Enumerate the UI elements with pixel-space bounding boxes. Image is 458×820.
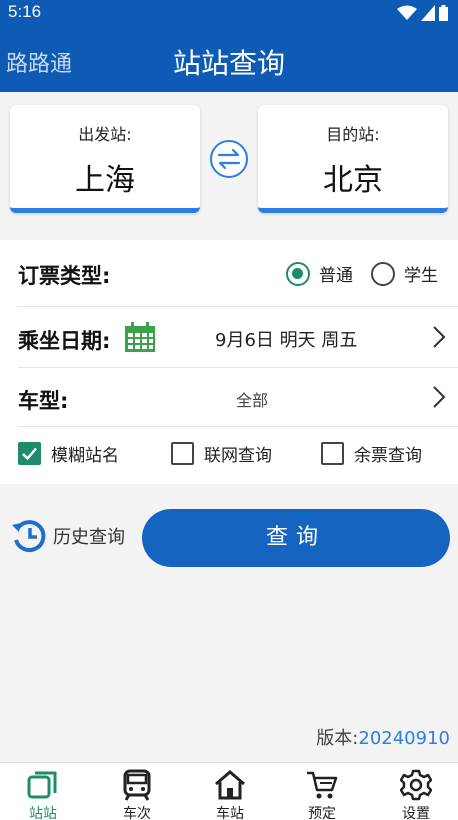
- divider: [18, 426, 458, 427]
- destination-label: 目的站:: [326, 125, 380, 144]
- query-button[interactable]: 查询: [142, 509, 450, 567]
- remaining-tickets-option[interactable]: 余票查询: [321, 441, 422, 466]
- status-icons: [397, 5, 448, 21]
- query-form: 订票类型: 普通 学生 乘坐日期: 9月6日 明天 周五 车型: 全部 模糊站名…: [0, 240, 458, 484]
- destination-station: 北京: [323, 163, 383, 198]
- wifi-icon: [397, 5, 417, 20]
- gear-icon: [400, 769, 432, 801]
- train-type-label: 车型:: [18, 389, 69, 413]
- radio-regular-label: 普通: [319, 266, 353, 286]
- fuzzy-station-label: 模糊站名: [51, 446, 119, 466]
- radio-regular-circle[interactable]: [286, 261, 310, 286]
- ticket-type-row: 订票类型: 普通 学生: [0, 240, 458, 306]
- home-station-icon: [215, 770, 245, 800]
- nav-label: 车站: [216, 806, 244, 820]
- nav-settings[interactable]: 设置: [381, 763, 451, 820]
- date-row[interactable]: 乘坐日期: 9月6日 明天 周五: [0, 307, 458, 367]
- version-info: 版本:20240910: [316, 724, 450, 750]
- radio-student[interactable]: 学生: [371, 261, 438, 286]
- history-icon: [12, 520, 46, 553]
- online-query-label: 联网查询: [204, 446, 272, 466]
- date-label: 乘坐日期:: [18, 329, 111, 353]
- online-query-option[interactable]: 联网查询: [171, 441, 321, 466]
- nav-station-to-station[interactable]: 站站: [8, 763, 78, 820]
- train-type-value: 全部: [236, 391, 269, 410]
- bottom-nav: 站站 车次 车站 预定 设置: [0, 762, 458, 820]
- ticket-type-label: 订票类型:: [18, 264, 111, 288]
- version-prefix: 版本:: [316, 728, 359, 749]
- fuzzy-station-option[interactable]: 模糊站名: [18, 441, 171, 466]
- radio-student-circle[interactable]: [371, 261, 395, 286]
- nav-station[interactable]: 车站: [195, 763, 265, 820]
- station-panel: 出发站: 上海 目的站: 北京: [0, 92, 458, 240]
- nav-label: 站站: [29, 806, 57, 820]
- query-options: 模糊站名 联网查询 余票查询: [18, 441, 448, 466]
- train-icon: [123, 769, 151, 801]
- departure-station-card[interactable]: 出发站: 上海: [10, 105, 200, 213]
- battery-icon: [439, 5, 448, 21]
- destination-station-card[interactable]: 目的站: 北京: [258, 105, 448, 213]
- chevron-right-icon: [433, 386, 446, 408]
- swap-stations-icon[interactable]: [209, 139, 249, 179]
- nav-label: 预定: [308, 806, 336, 820]
- app-bar: 路路通 站站查询: [0, 26, 458, 92]
- nav-label: 设置: [402, 806, 430, 820]
- cart-icon: [307, 771, 338, 799]
- radio-regular[interactable]: 普通: [286, 261, 353, 286]
- page-title: 站站查询: [172, 47, 285, 80]
- train-type-row[interactable]: 车型: 全部: [0, 368, 458, 426]
- nav-train[interactable]: 车次: [102, 763, 172, 820]
- fuzzy-station-checkbox[interactable]: [18, 442, 41, 465]
- chevron-right-icon: [433, 326, 446, 348]
- history-label: 历史查询: [53, 527, 125, 548]
- nav-label: 车次: [123, 806, 151, 820]
- version-number: 20240910: [358, 728, 450, 749]
- nav-booking[interactable]: 预定: [287, 763, 357, 820]
- departure-station: 上海: [75, 163, 135, 198]
- online-query-checkbox[interactable]: [171, 442, 194, 465]
- history-button[interactable]: 历史查询: [11, 518, 125, 554]
- date-value: 9月6日 明天 周五: [215, 330, 358, 351]
- remaining-tickets-checkbox[interactable]: [321, 442, 344, 465]
- checkmark-icon: [22, 447, 37, 461]
- radio-student-label: 学生: [404, 266, 438, 286]
- departure-label: 出发站:: [78, 125, 132, 144]
- calendar-icon: [125, 322, 155, 352]
- ticket-type-options: 普通 学生: [268, 261, 438, 286]
- status-time: 5:16: [8, 2, 42, 21]
- remaining-tickets-label: 余票查询: [354, 446, 422, 466]
- status-bar: 5:16: [0, 0, 458, 26]
- station-to-station-icon: [27, 771, 57, 799]
- signal-icon: [421, 5, 435, 21]
